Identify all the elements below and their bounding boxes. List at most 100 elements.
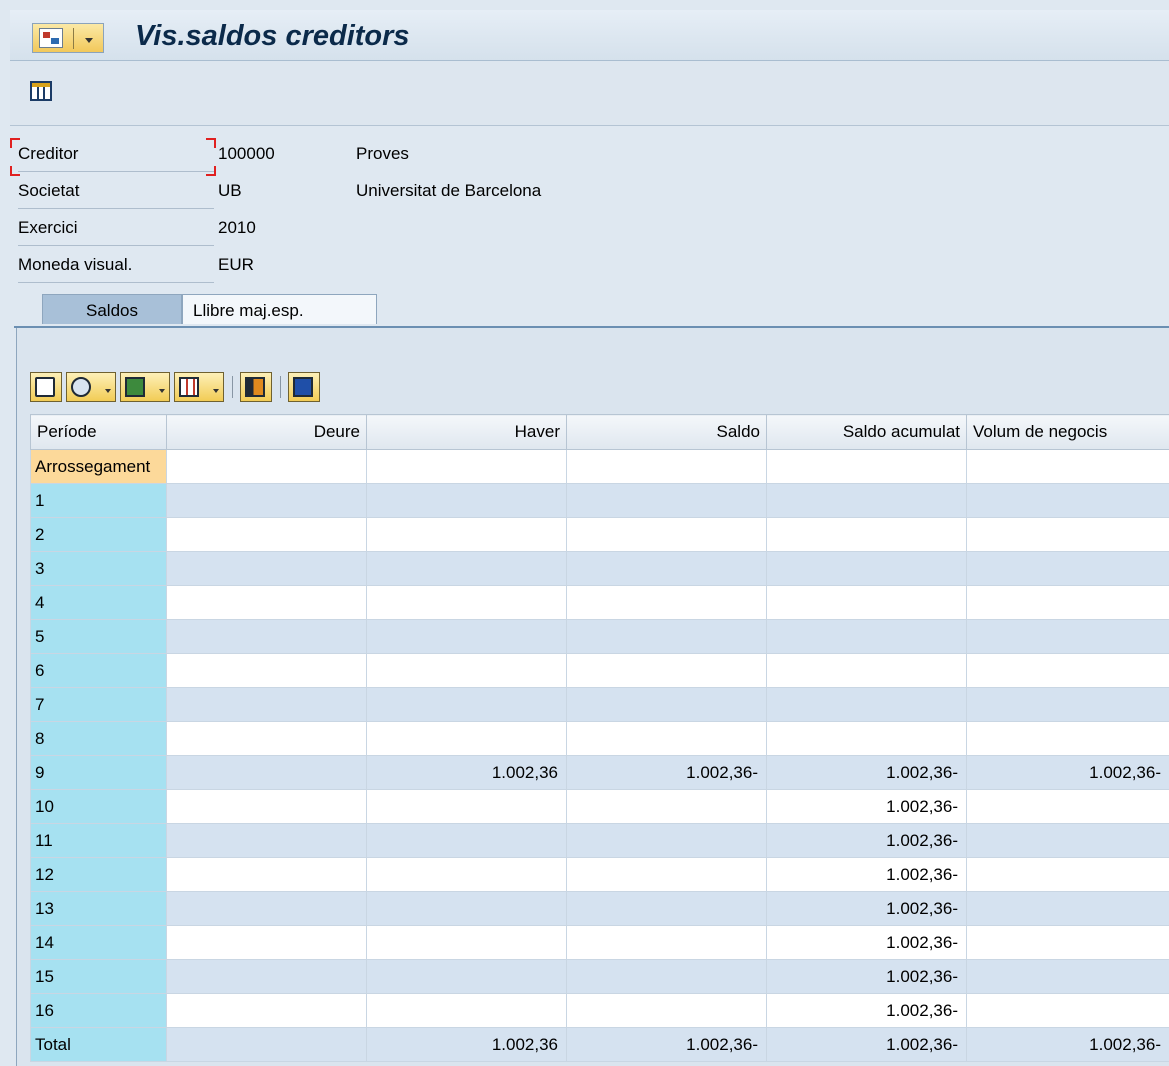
period-cell[interactable]: 2 [30,517,167,552]
amount-cell[interactable] [166,959,367,994]
amount-cell[interactable] [566,551,767,586]
amount-cell[interactable] [166,721,367,756]
amount-cell[interactable] [766,653,967,688]
amount-cell[interactable]: 1.002,36- [766,891,967,926]
amount-cell[interactable] [566,857,767,892]
amount-cell[interactable] [166,925,367,960]
amount-cell[interactable] [166,483,367,518]
amount-cell[interactable] [766,449,967,484]
table-row[interactable]: 11 1.002,36- [30,823,1169,858]
amount-cell[interactable] [966,959,1169,994]
societat-label[interactable]: Societat [18,181,214,209]
period-cell[interactable]: 3 [30,551,167,586]
amount-cell[interactable] [366,517,567,552]
amount-cell[interactable]: 1.002,36- [566,755,767,790]
amount-cell[interactable]: 1.002,36- [766,925,967,960]
table-row[interactable]: 16 1.002,36- [30,993,1169,1028]
amount-cell[interactable]: 1.002,36- [566,1027,767,1062]
amount-cell[interactable] [366,959,567,994]
amount-cell[interactable]: 1.002,36- [766,789,967,824]
amount-cell[interactable] [566,891,767,926]
table-row[interactable]: 12 1.002,36- [30,857,1169,892]
table-row[interactable]: 13 1.002,36- [30,891,1169,926]
amount-cell[interactable] [166,585,367,620]
amount-cell[interactable] [966,687,1169,722]
period-cell[interactable]: 6 [30,653,167,688]
amount-cell[interactable] [166,789,367,824]
amount-cell[interactable] [966,857,1169,892]
amount-cell[interactable] [366,551,567,586]
moneda-label[interactable]: Moneda visual. [18,255,214,283]
change-layout-icon[interactable] [30,81,52,101]
period-cell[interactable]: Arrossegament [30,449,167,484]
amount-cell[interactable] [166,687,367,722]
amount-cell[interactable] [366,585,567,620]
amount-cell[interactable] [166,1027,367,1062]
amount-cell[interactable] [966,789,1169,824]
amount-cell[interactable] [966,517,1169,552]
period-cell[interactable]: 12 [30,857,167,892]
amount-cell[interactable] [366,891,567,926]
column-header-saldo-acumulat[interactable]: Saldo acumulat [766,414,967,450]
export-button[interactable] [120,372,170,402]
amount-cell[interactable] [166,517,367,552]
amount-cell[interactable] [366,789,567,824]
column-header-haver[interactable]: Haver [366,414,567,450]
system-menu-button[interactable] [32,23,104,53]
amount-cell[interactable] [566,483,767,518]
tab-saldos[interactable]: Saldos [42,294,182,324]
amount-cell[interactable] [366,687,567,722]
amount-cell[interactable] [966,721,1169,756]
amount-cell[interactable] [366,993,567,1028]
table-row[interactable]: 9 1.002,36 1.002,36- 1.002,36- 1.002,36- [30,755,1169,790]
amount-cell[interactable] [966,925,1169,960]
amount-cell[interactable] [966,653,1169,688]
table-row[interactable]: Arrossegament [30,449,1169,484]
amount-cell[interactable] [166,619,367,654]
table-row[interactable]: 1 [30,483,1169,518]
amount-cell[interactable]: 1.002,36- [766,993,967,1028]
amount-cell[interactable] [566,993,767,1028]
amount-cell[interactable]: 1.002,36 [366,1027,567,1062]
period-cell[interactable]: 8 [30,721,167,756]
creditor-label[interactable]: Creditor [18,144,214,172]
table-row[interactable]: 5 [30,619,1169,654]
amount-cell[interactable]: 1.002,36- [766,1027,967,1062]
table-row[interactable]: 3 [30,551,1169,586]
amount-cell[interactable] [366,721,567,756]
table-total-row[interactable]: Total 1.002,36 1.002,36- 1.002,36- 1.002,36- [30,1027,1169,1062]
details-button[interactable] [66,372,116,402]
period-cell[interactable]: 11 [30,823,167,858]
amount-cell[interactable] [166,653,367,688]
amount-cell[interactable] [566,449,767,484]
amount-cell[interactable] [166,551,367,586]
amount-cell[interactable] [166,449,367,484]
column-header-periode[interactable]: Període [30,414,167,450]
amount-cell[interactable] [566,517,767,552]
amount-cell[interactable] [566,823,767,858]
amount-cell[interactable] [766,619,967,654]
period-cell[interactable]: 16 [30,993,167,1028]
amount-cell[interactable] [966,891,1169,926]
amount-cell[interactable] [366,653,567,688]
amount-cell[interactable]: 1.002,36- [766,823,967,858]
amount-cell[interactable] [966,823,1169,858]
amount-cell[interactable] [366,449,567,484]
period-cell[interactable]: 15 [30,959,167,994]
period-cell[interactable]: 13 [30,891,167,926]
amount-cell[interactable] [166,993,367,1028]
period-cell[interactable]: 4 [30,585,167,620]
table-row[interactable]: 2 [30,517,1169,552]
amount-cell[interactable] [366,925,567,960]
amount-cell[interactable] [166,755,367,790]
table-row[interactable]: 7 [30,687,1169,722]
amount-cell[interactable] [966,483,1169,518]
tab-llibre-maj-esp[interactable]: Llibre maj.esp. [182,294,377,324]
amount-cell[interactable] [966,585,1169,620]
print-button[interactable] [30,372,62,402]
info-button[interactable] [288,372,320,402]
table-row[interactable]: 6 [30,653,1169,688]
period-cell[interactable]: 14 [30,925,167,960]
amount-cell[interactable] [366,619,567,654]
amount-cell[interactable] [366,857,567,892]
